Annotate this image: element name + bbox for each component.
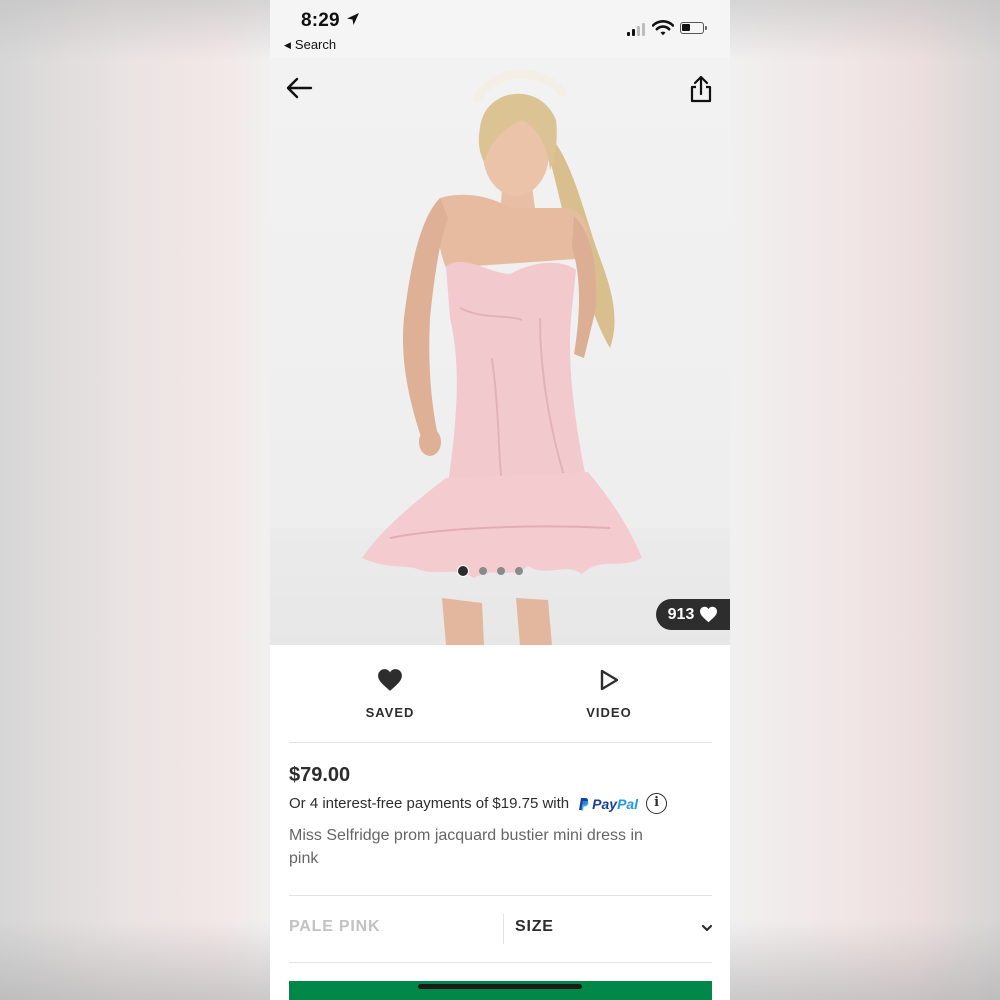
video-label: VIDEO — [586, 705, 632, 720]
model-dress-photo — [362, 69, 642, 645]
color-selector[interactable]: PALE PINK — [289, 918, 499, 942]
home-indicator[interactable] — [418, 984, 582, 989]
carousel-dot[interactable] — [497, 567, 505, 575]
carousel-dot[interactable] — [479, 567, 487, 575]
saved-button[interactable]: SAVED — [330, 668, 450, 720]
phone-screen: 8:29 ◀ Search 913 SAVED VIDEO $79.00 Or … — [270, 0, 730, 1000]
background-blur-right — [730, 0, 1000, 1000]
back-to-search-link[interactable]: ◀ Search — [284, 37, 336, 52]
saved-label: SAVED — [365, 705, 415, 720]
location-arrow-icon — [347, 13, 359, 25]
paypal-wordmark: PayPal — [592, 795, 639, 812]
size-label: SIZE — [515, 918, 554, 935]
carousel-dot-active[interactable] — [457, 565, 469, 577]
carousel-dots — [457, 564, 523, 578]
likes-badge: 913 — [656, 599, 730, 630]
carousel-dot[interactable] — [515, 567, 523, 575]
paypal-logo-icon — [579, 797, 589, 810]
selector-divider — [503, 914, 504, 944]
heart-icon — [700, 606, 718, 623]
divider — [289, 962, 712, 963]
back-triangle-icon: ◀ — [284, 40, 291, 50]
wifi-icon — [652, 20, 674, 36]
chevron-down-icon — [701, 924, 713, 932]
back-app-label: Search — [294, 37, 337, 52]
heart-filled-icon — [378, 669, 402, 691]
installments-row: Or 4 interest-free payments of $19.75 wi… — [289, 793, 668, 814]
likes-count: 913 — [667, 605, 695, 623]
battery-icon — [680, 22, 707, 34]
product-price: $79.00 — [289, 764, 351, 786]
status-time: 8:29 — [301, 10, 340, 31]
cell-signal-icon — [627, 22, 647, 36]
share-icon[interactable] — [688, 74, 714, 104]
size-selector[interactable]: SIZE — [515, 918, 713, 942]
installments-text: Or 4 interest-free payments of $19.75 wi… — [289, 795, 570, 812]
product-image-carousel[interactable]: 913 — [270, 58, 730, 645]
divider — [289, 742, 712, 743]
divider — [289, 895, 712, 896]
product-title: Miss Selfridge prom jacquard bustier min… — [289, 827, 643, 867]
status-bar: 8:29 ◀ Search — [270, 0, 730, 58]
video-button[interactable]: VIDEO — [549, 668, 669, 720]
info-circle-icon[interactable]: i — [646, 793, 668, 814]
play-outline-icon — [600, 669, 619, 691]
back-arrow-icon[interactable] — [284, 75, 314, 101]
